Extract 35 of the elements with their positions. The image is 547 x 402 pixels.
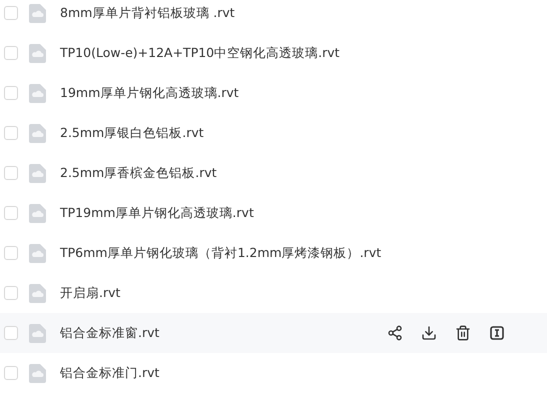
file-name[interactable]: 2.5mm厚香槟金色铝板.rvt [60, 164, 217, 182]
file-icon [29, 84, 46, 102]
file-icon [29, 244, 46, 262]
file-icon [29, 284, 46, 302]
file-icon [29, 4, 46, 22]
checkbox[interactable] [4, 6, 18, 20]
file-name[interactable]: 开启扇.rvt [60, 284, 120, 302]
file-icon [29, 204, 46, 222]
checkbox[interactable] [4, 326, 18, 340]
checkbox[interactable] [4, 286, 18, 300]
file-icon [29, 124, 46, 142]
checkbox[interactable] [4, 126, 18, 140]
file-name[interactable]: TP10(Low-e)+12A+TP10中空钢化高透玻璃.rvt [60, 44, 340, 62]
file-icon [29, 364, 46, 382]
delete-icon[interactable] [455, 325, 471, 341]
file-icon [29, 164, 46, 182]
checkbox[interactable] [4, 166, 18, 180]
checkbox[interactable] [4, 366, 18, 380]
file-icon [29, 324, 46, 342]
file-name[interactable]: TP6mm厚单片钢化玻璃（背衬1.2mm厚烤漆钢板）.rvt [60, 244, 382, 262]
download-icon[interactable] [421, 325, 437, 341]
rename-icon[interactable] [489, 325, 505, 341]
checkbox[interactable] [4, 46, 18, 60]
checkbox[interactable] [4, 86, 18, 100]
file-name[interactable]: 8mm厚单片背衬铝板玻璃 .rvt [60, 4, 235, 22]
share-icon[interactable] [387, 325, 403, 341]
file-name[interactable]: 19mm厚单片钢化高透玻璃.rvt [60, 84, 239, 102]
file-name[interactable]: TP19mm厚单片钢化高透玻璃.rvt [60, 204, 254, 222]
checkbox[interactable] [4, 246, 18, 260]
file-name[interactable]: 铝合金标准窗.rvt [60, 324, 160, 342]
file-row[interactable]: 铝合金标准窗.rvt [0, 313, 547, 353]
file-name[interactable]: 2.5mm厚银白色铝板.rvt [60, 124, 204, 142]
file-icon [29, 44, 46, 62]
file-name[interactable]: 铝合金标准门.rvt [60, 364, 160, 382]
checkbox[interactable] [4, 206, 18, 220]
